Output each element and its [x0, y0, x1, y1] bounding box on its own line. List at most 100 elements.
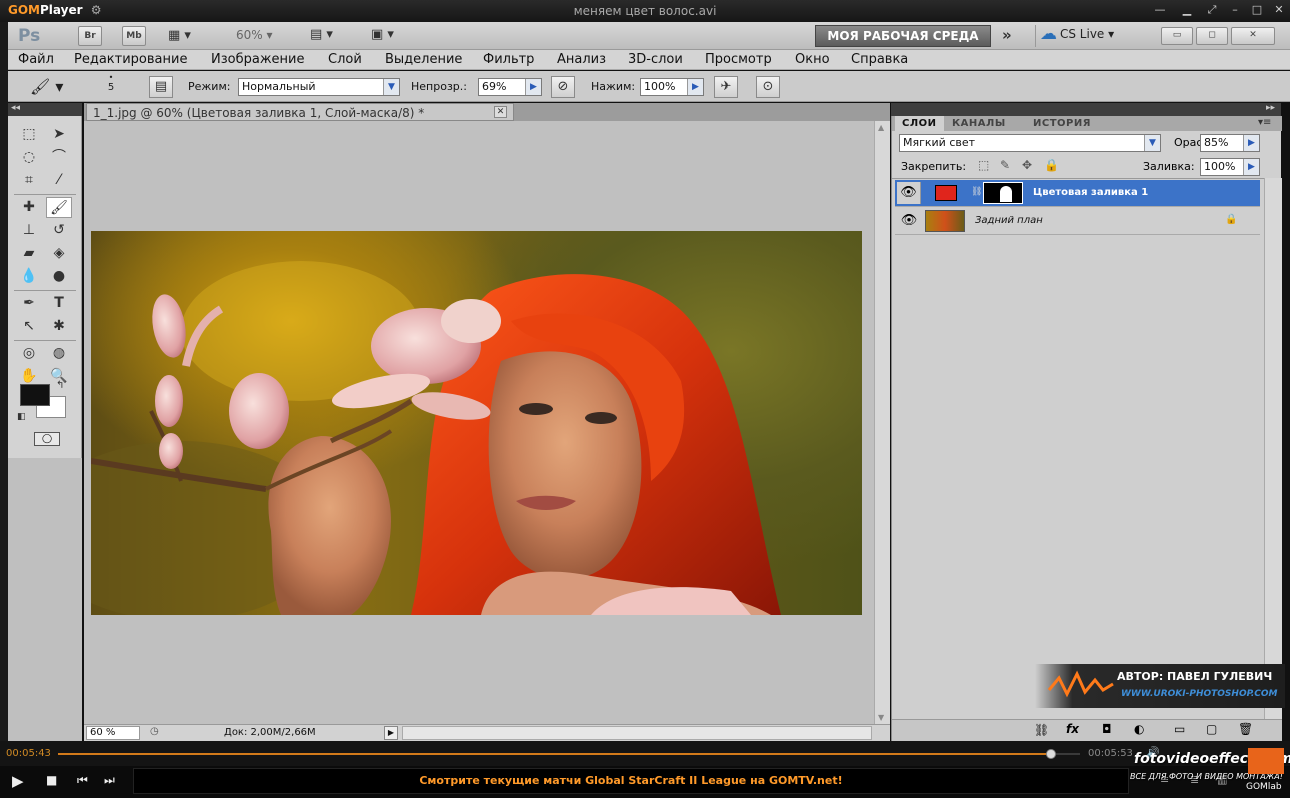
- flow-field[interactable]: 100% ▶: [640, 78, 704, 96]
- collapse-icon[interactable]: ◂◂: [11, 103, 20, 113]
- menu-3d[interactable]: 3D-слои: [628, 52, 683, 67]
- marquee-tool-icon[interactable]: ⬚: [16, 124, 42, 145]
- view-extras-icon[interactable]: ▦ ▾: [168, 28, 191, 43]
- mini-mode-icon[interactable]: —: [1151, 2, 1169, 18]
- airbrush-icon[interactable]: ✈: [714, 76, 738, 98]
- status-info-icon[interactable]: ◷: [150, 726, 159, 737]
- panel-dock-header[interactable]: ▸▸: [891, 103, 1281, 116]
- tools-panel-header[interactable]: ◂◂: [8, 103, 82, 116]
- chevron-right-icon[interactable]: ▶: [1243, 159, 1259, 175]
- layers-scrollbar[interactable]: [1264, 178, 1282, 719]
- bridge-button[interactable]: Br: [78, 26, 102, 46]
- chevron-right-icon[interactable]: ▶: [1243, 135, 1259, 151]
- workspace-button[interactable]: МОЯ РАБОЧАЯ СРЕДА: [815, 25, 991, 47]
- gomlab-label[interactable]: GOMlab: [1246, 782, 1282, 792]
- ps-close-button[interactable]: ✕: [1231, 27, 1275, 45]
- minimize-window-icon[interactable]: –: [1226, 2, 1244, 18]
- type-tool-icon[interactable]: T: [46, 293, 72, 314]
- lock-transparent-icon[interactable]: ⬚: [978, 158, 989, 172]
- custom-shape-tool-icon[interactable]: ✱: [46, 316, 72, 337]
- path-selection-tool-icon[interactable]: ↖: [16, 316, 42, 337]
- history-brush-tool-icon[interactable]: ↺: [46, 220, 72, 241]
- delete-layer-icon[interactable]: 🗑: [1238, 722, 1253, 736]
- minimize-icon[interactable]: ▁: [1178, 2, 1196, 18]
- layer-style-icon[interactable]: fx: [1066, 722, 1079, 736]
- 3d-rotate-tool-icon[interactable]: ◎: [16, 343, 42, 364]
- link-icon[interactable]: ⛓: [971, 187, 982, 197]
- layer-name[interactable]: Цветовая заливка 1: [1033, 187, 1148, 198]
- scroll-up-icon[interactable]: ▲: [878, 123, 884, 132]
- layer-thumbnail[interactable]: [925, 210, 965, 232]
- add-mask-icon[interactable]: ◘: [1102, 722, 1112, 736]
- layer-name[interactable]: Задний план: [975, 215, 1043, 226]
- menu-analysis[interactable]: Анализ: [557, 52, 606, 67]
- previous-icon[interactable]: ⏮: [77, 773, 88, 788]
- lasso-tool-icon[interactable]: ◌: [16, 147, 42, 168]
- clone-stamp-tool-icon[interactable]: ⊥: [16, 220, 42, 241]
- layer-mask-thumbnail[interactable]: [983, 182, 1023, 204]
- ps-minimize-button[interactable]: ▭: [1161, 27, 1193, 45]
- cs-live-menu[interactable]: CS Live ▾: [1060, 27, 1114, 41]
- menu-help[interactable]: Справка: [851, 52, 908, 67]
- menu-layer[interactable]: Слой: [328, 52, 362, 67]
- link-layers-icon[interactable]: ⛓: [1034, 723, 1049, 737]
- close-tab-icon[interactable]: ✕: [494, 106, 507, 118]
- eraser-tool-icon[interactable]: ▰: [16, 243, 42, 264]
- close-icon[interactable]: ✕: [1270, 2, 1288, 18]
- seek-track[interactable]: [58, 749, 1080, 759]
- pen-tool-icon[interactable]: ✒: [16, 293, 42, 314]
- zoom-level-select[interactable]: 60% ▾: [236, 28, 273, 42]
- tab-history[interactable]: ИСТОРИЯ: [1026, 116, 1098, 131]
- chevron-right-icon[interactable]: ▶: [687, 79, 703, 95]
- new-layer-icon[interactable]: ▢: [1206, 722, 1217, 736]
- layer-row[interactable]: 👁 Задний план 🔒: [895, 208, 1260, 235]
- arrange-documents-icon[interactable]: ▤ ▾: [310, 27, 333, 42]
- menu-image[interactable]: Изображение: [211, 52, 304, 67]
- screen-mode-icon[interactable]: ▣ ▾: [371, 27, 394, 42]
- panel-menu-icon[interactable]: ▾≡: [1258, 117, 1271, 128]
- fullscreen-icon[interactable]: ⤢: [1203, 2, 1221, 18]
- visibility-eye-icon[interactable]: 👁: [897, 182, 921, 204]
- new-group-icon[interactable]: ▭: [1174, 722, 1185, 736]
- blur-tool-icon[interactable]: 💧: [16, 266, 42, 287]
- default-colors-icon[interactable]: ◧: [17, 412, 26, 422]
- canvas-vertical-scrollbar[interactable]: ▲ ▼: [874, 121, 890, 724]
- fill-color-thumbnail[interactable]: [935, 185, 957, 201]
- menu-view[interactable]: Просмотр: [705, 52, 772, 67]
- document-tab[interactable]: 1_1.jpg @ 60% (Цветовая заливка 1, Слой-…: [86, 103, 514, 121]
- quick-selection-tool-icon[interactable]: ⌒: [46, 147, 72, 168]
- blend-mode-select[interactable]: Мягкий свет ▼: [899, 134, 1161, 152]
- status-zoom-field[interactable]: 60 %: [86, 726, 140, 740]
- more-workspaces-icon[interactable]: »: [1002, 26, 1012, 44]
- mini-bridge-button[interactable]: Mb: [122, 26, 146, 46]
- brush-tool-icon[interactable]: 🖌: [46, 197, 72, 218]
- canvas-horizontal-scrollbar[interactable]: [402, 726, 872, 740]
- lock-pixels-icon[interactable]: ✎: [1000, 158, 1010, 172]
- next-icon[interactable]: ⏭: [104, 773, 115, 788]
- lock-all-icon[interactable]: 🔒: [1044, 158, 1059, 172]
- opacity-field[interactable]: 69% ▶: [478, 78, 542, 96]
- adjustment-layer-icon[interactable]: ◐: [1134, 722, 1144, 736]
- scroll-down-icon[interactable]: ▼: [878, 713, 884, 722]
- menu-select[interactable]: Выделение: [385, 52, 462, 67]
- news-ticker[interactable]: Смотрите текущие матчи Global StarCraft …: [133, 768, 1129, 794]
- swap-colors-icon[interactable]: ↰: [56, 380, 64, 391]
- menu-filter[interactable]: Фильтр: [483, 52, 534, 67]
- ps-restore-button[interactable]: ◻: [1196, 27, 1228, 45]
- tab-layers[interactable]: СЛОИ: [895, 116, 944, 131]
- layer-opacity-field[interactable]: 85% ▶: [1200, 134, 1260, 152]
- quick-mask-icon[interactable]: ◯: [34, 432, 60, 446]
- menu-edit[interactable]: Редактирование: [74, 52, 187, 67]
- brush-panel-toggle-icon[interactable]: ▤: [149, 76, 173, 98]
- brush-size-picker[interactable]: • 5: [92, 73, 130, 99]
- stop-icon[interactable]: ■: [46, 773, 57, 787]
- healing-brush-tool-icon[interactable]: ✚: [16, 197, 42, 218]
- document-canvas-image[interactable]: [91, 231, 862, 615]
- layer-row[interactable]: 👁 ⛓ Цветовая заливка 1: [895, 180, 1260, 207]
- play-icon[interactable]: ▶: [12, 772, 24, 790]
- fill-field[interactable]: 100% ▶: [1200, 158, 1260, 176]
- eyedropper-tool-icon[interactable]: ⁄: [46, 170, 72, 191]
- pressure-opacity-icon[interactable]: ⊘: [551, 76, 575, 98]
- 3d-orbit-tool-icon[interactable]: ◍: [46, 343, 72, 364]
- status-menu-icon[interactable]: ▶: [384, 726, 398, 740]
